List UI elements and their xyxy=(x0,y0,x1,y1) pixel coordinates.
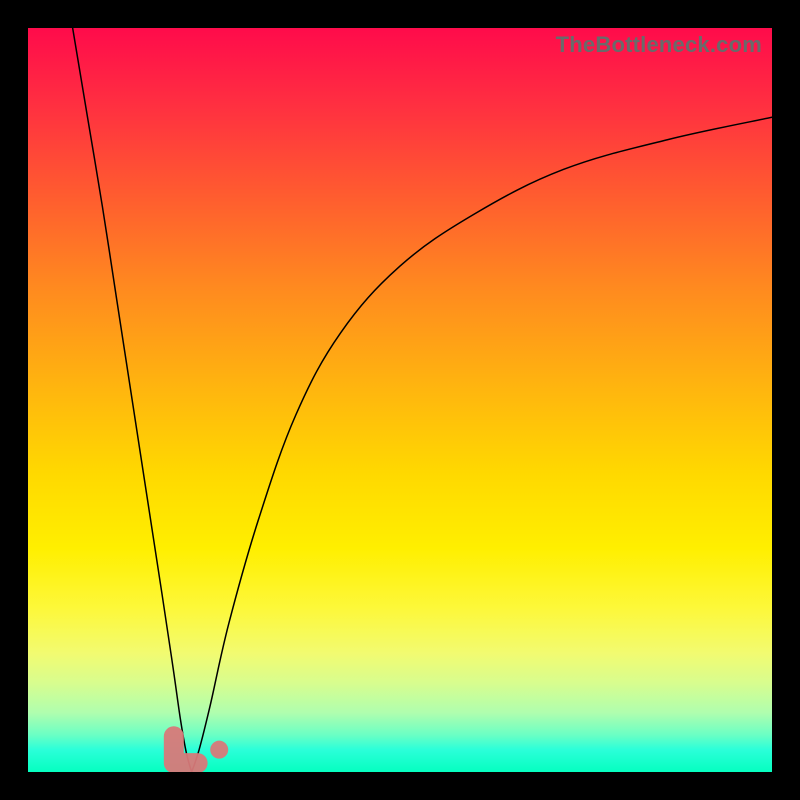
curve-layer xyxy=(28,28,772,772)
curve-right-branch xyxy=(192,117,772,772)
optimal-dot-marker xyxy=(210,741,228,759)
chart-frame: TheBottleneck.com xyxy=(0,0,800,800)
plot-area: TheBottleneck.com xyxy=(28,28,772,772)
curve-left-branch xyxy=(73,28,192,772)
